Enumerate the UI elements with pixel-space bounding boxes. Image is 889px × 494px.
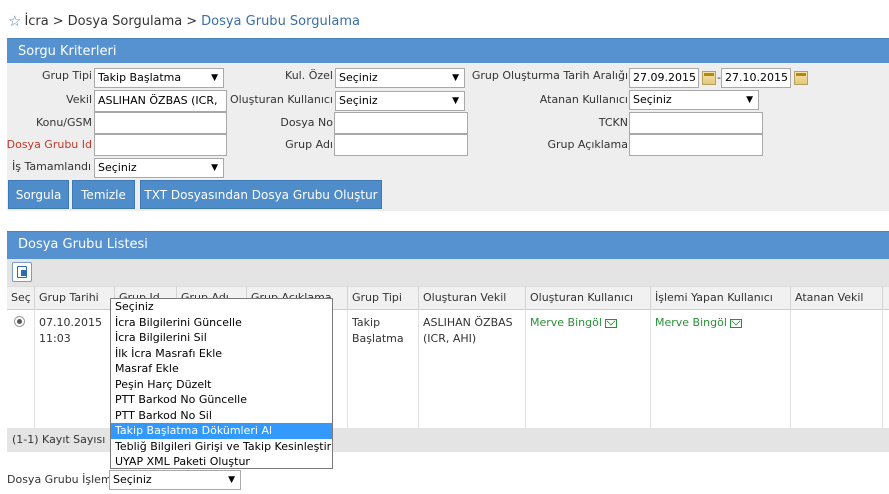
islem-option-highlighted[interactable]: Takip Başlatma Dökümleri Al xyxy=(111,423,332,439)
grup-aciklama-input[interactable] xyxy=(629,134,763,156)
calendar-icon[interactable] xyxy=(794,71,808,85)
is-tamamlandi-select[interactable]: Seçiniz ▼ xyxy=(94,158,224,178)
col-atanan-vekil[interactable]: Atanan Vekil xyxy=(791,287,883,310)
dropdown-arrow-icon: ▼ xyxy=(211,163,218,173)
list-panel-title: Dosya Grubu Listesi xyxy=(7,231,889,259)
grup-tipi-value: Takip Başlatma xyxy=(98,71,182,84)
temizle-button[interactable]: Temizle xyxy=(72,180,135,209)
grup-adi-label: Grup Adı xyxy=(285,138,333,151)
sorgula-button[interactable]: Sorgula xyxy=(8,180,69,209)
row-grup-tarihi: 07.10.2015 11:03 xyxy=(35,310,115,428)
star-icon[interactable]: ☆ xyxy=(8,12,21,30)
tarih-baslangic-input[interactable]: 27.09.2015 xyxy=(629,68,699,88)
olusturan-kullanici-select[interactable]: Seçiniz ▼ xyxy=(335,91,465,111)
txt-dosya-grubu-olustur-button[interactable]: TXT Dosyasından Dosya Grubu Oluştur xyxy=(140,180,382,209)
row-atanan-vekil xyxy=(791,310,883,428)
dosya-grubu-id-input[interactable] xyxy=(94,134,227,156)
islem-option[interactable]: İcra Bilgilerini Güncelle xyxy=(111,315,332,331)
col-islemi-yapan-kullanici[interactable]: İşlemi Yapan Kullanıcı xyxy=(651,287,791,310)
vekil-value: ASLIHAN ÖZBAS (ICR, xyxy=(98,94,218,107)
islem-option[interactable]: PTT Barkod No Güncelle xyxy=(111,392,332,408)
col-grup-tipi[interactable]: Grup Tipi xyxy=(348,287,419,310)
olusturan-kullanici-link[interactable]: Merve Bingöl xyxy=(530,316,602,329)
breadcrumb-dosya-sorgulama[interactable]: Dosya Sorgulama xyxy=(68,14,183,29)
mail-icon[interactable] xyxy=(729,318,742,328)
is-tamamlandi-label: İş Tamamlandı xyxy=(12,160,92,173)
tarih-araligi-label: Grup Oluşturma Tarih Aralığı xyxy=(471,69,628,82)
islem-option[interactable]: İcra Bilgilerini Sil xyxy=(111,330,332,346)
calendar-icon[interactable] xyxy=(702,71,716,85)
row-olusturan-vekil: ASLIHAN ÖZBAS (ICR, AHI) xyxy=(419,310,526,428)
col-olusturan-kullanici[interactable]: Oluşturan Kullanıcı xyxy=(526,287,651,310)
dosya-grubu-islem-select[interactable]: Seçiniz ▼ xyxy=(109,470,241,490)
islem-option[interactable]: PTT Barkod No Sil xyxy=(111,408,332,424)
dropdown-arrow-icon: ▼ xyxy=(452,73,459,83)
is-tamamlandi-value: Seçiniz xyxy=(98,161,137,174)
breadcrumb-dosya-grubu-sorgulama: Dosya Grubu Sorgulama xyxy=(201,13,360,29)
tarih-bitis-value: 27.10.2015 xyxy=(725,71,788,84)
row-time: 11:03 xyxy=(39,332,71,345)
breadcrumb: ☆ İcra > Dosya Sorgulama > Dosya Grubu S… xyxy=(8,12,360,30)
atanan-kullanici-label: Atanan Kullanıcı xyxy=(539,93,628,106)
kul-ozel-label: Kul. Özel xyxy=(285,69,333,82)
row-select-cell xyxy=(7,310,35,428)
row-grup-tipi-line2: Başlatma xyxy=(352,332,404,345)
breadcrumb-separator: > xyxy=(186,13,198,29)
export-icon[interactable] xyxy=(12,262,32,282)
grup-tipi-select[interactable]: Takip Başlatma ▼ xyxy=(94,68,224,88)
col-sec[interactable]: Seç xyxy=(7,287,35,310)
tarih-bitis-input[interactable]: 27.10.2015 xyxy=(721,68,791,88)
grup-tipi-label: Grup Tipi xyxy=(42,69,92,82)
col-grup-tarihi[interactable]: Grup Tarihi xyxy=(35,287,115,310)
row-islemi-yapan: Merve Bingöl xyxy=(651,310,791,428)
atanan-kullanici-value: Seçiniz xyxy=(633,93,672,106)
islem-option[interactable]: Seçiniz xyxy=(111,299,332,315)
dosya-no-input[interactable] xyxy=(334,112,468,134)
grup-adi-input[interactable] xyxy=(334,134,468,156)
row-vekil-line2: (ICR, AHI) xyxy=(423,332,477,345)
konu-gsm-input[interactable] xyxy=(94,112,227,134)
olusturan-kullanici-value: Seçiniz xyxy=(339,94,378,107)
dosya-grubu-id-label: Dosya Grubu Id xyxy=(6,138,92,151)
row-vekil-line1: ASLIHAN ÖZBAS xyxy=(423,316,513,329)
islem-dropdown-list[interactable]: Seçiniz İcra Bilgilerini Güncelle İcra B… xyxy=(110,298,333,469)
atanan-kullanici-select[interactable]: Seçiniz ▼ xyxy=(629,90,759,110)
olusturan-kullanici-label: Oluşturan Kullanıcı xyxy=(229,93,333,106)
breadcrumb-icra[interactable]: İcra xyxy=(24,14,48,29)
row-grup-tipi: Takip Başlatma xyxy=(348,310,419,428)
list-toolbar xyxy=(7,259,889,286)
mail-icon[interactable] xyxy=(604,318,617,328)
vekil-input[interactable]: ASLIHAN ÖZBAS (ICR, xyxy=(94,90,227,112)
grup-aciklama-label: Grup Açıklama xyxy=(547,138,628,151)
islem-option[interactable]: Tebliğ Bilgileri Girişi ve Takip Kesinle… xyxy=(111,439,332,455)
dropdown-arrow-icon: ▼ xyxy=(228,475,235,485)
konu-gsm-label: Konu/GSM xyxy=(35,116,92,129)
islem-option[interactable]: UYAP XML Paketi Oluştur xyxy=(111,454,332,470)
islem-option[interactable]: Peşin Harç Düzelt xyxy=(111,377,332,393)
dosya-no-label: Dosya No xyxy=(280,116,333,129)
criteria-panel-title: Sorgu Kriterleri xyxy=(7,38,889,63)
dropdown-arrow-icon: ▼ xyxy=(746,95,753,105)
row-radio[interactable] xyxy=(14,316,25,327)
row-olusturan-kullanici: Merve Bingöl xyxy=(526,310,651,428)
dosya-grubu-islem-value: Seçiniz xyxy=(113,473,152,486)
tckn-label: TCKN xyxy=(598,116,628,129)
tarih-baslangic-value: 27.09.2015 xyxy=(633,71,696,84)
dropdown-arrow-icon: ▼ xyxy=(211,73,218,83)
col-olusturan-vekil[interactable]: Oluşturan Vekil xyxy=(419,287,526,310)
row-grup-tipi-line1: Takip xyxy=(352,316,381,329)
islem-option[interactable]: İlk İcra Masrafı Ekle xyxy=(111,346,332,362)
vekil-label: Vekil xyxy=(66,93,92,106)
dropdown-arrow-icon: ▼ xyxy=(452,96,459,106)
breadcrumb-separator: > xyxy=(52,13,64,29)
row-date: 07.10.2015 xyxy=(39,316,102,329)
islemi-yapan-link[interactable]: Merve Bingöl xyxy=(655,316,727,329)
tckn-input[interactable] xyxy=(629,112,763,134)
kul-ozel-select[interactable]: Seçiniz ▼ xyxy=(335,68,465,88)
islem-option[interactable]: Masraf Ekle xyxy=(111,361,332,377)
kul-ozel-value: Seçiniz xyxy=(339,71,378,84)
dosya-grubu-islem-label: Dosya Grubu İşlem xyxy=(7,473,112,486)
